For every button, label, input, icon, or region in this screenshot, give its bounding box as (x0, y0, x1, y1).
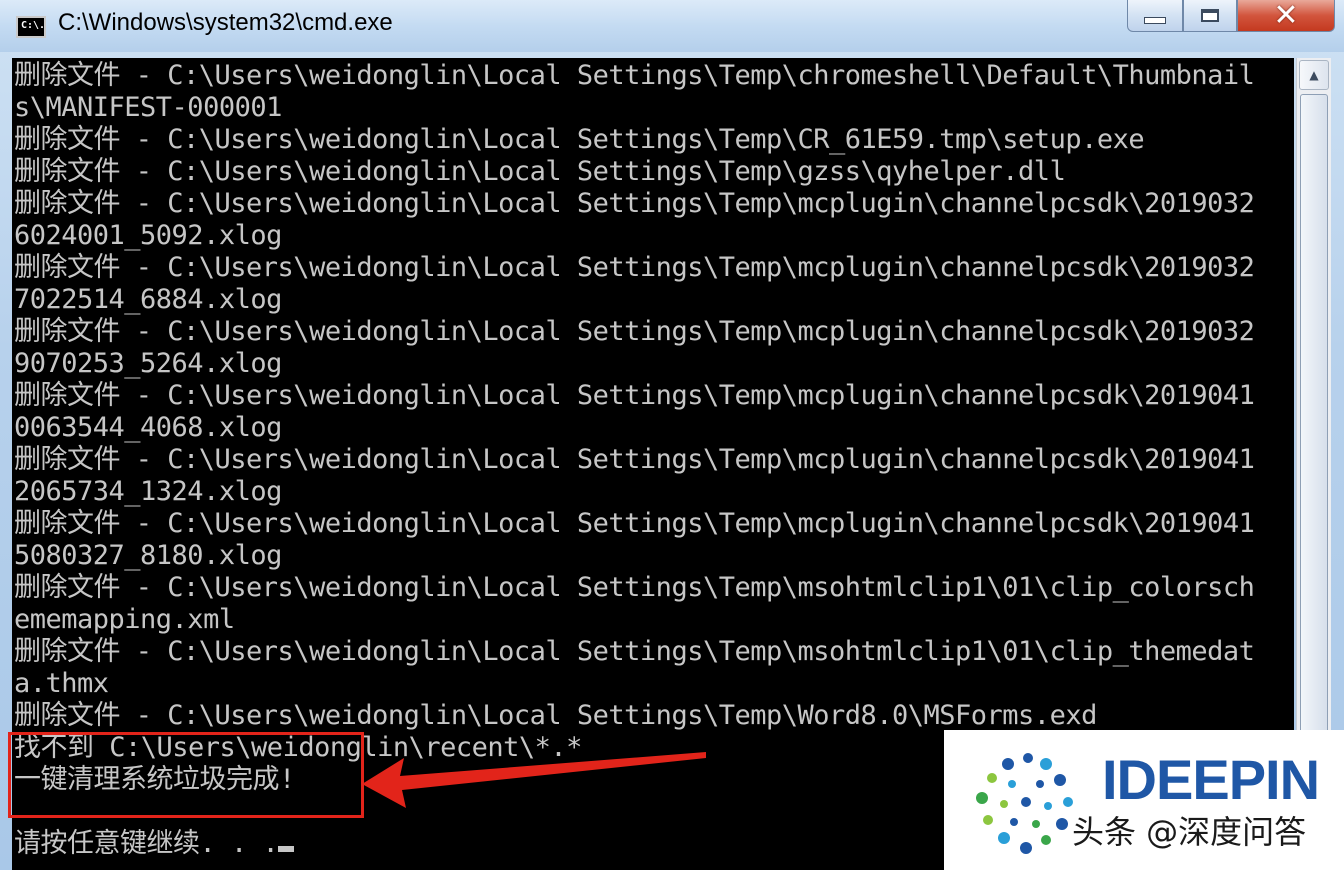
continue-prompt: 请按任意键继续. . . (14, 828, 279, 859)
annotation-highlight-box (8, 732, 364, 818)
console-line: 删除文件 - C:\Users\weidonglin\Local Setting… (14, 252, 1255, 283)
console-line: 删除文件 - C:\Users\weidonglin\Local Setting… (14, 188, 1255, 219)
ideepin-logo (976, 753, 1073, 854)
console-line: 5080327_8180.xlog (14, 540, 282, 571)
scrollbar-thumb[interactable] (1300, 94, 1328, 754)
brand-name: IDEEPIN (1102, 748, 1320, 811)
console-line: 删除文件 - C:\Users\weidonglin\Local Setting… (14, 124, 1145, 155)
console-line: 2065734_1324.xlog (14, 476, 282, 507)
cmd-window: C:\. C:\Windows\system32\cmd.exe ✕ 删除文件 … (0, 0, 1344, 870)
minimize-icon (1144, 17, 1166, 24)
watermark-caption: 头条 @深度问答 (1072, 813, 1307, 851)
watermark: IDEEPIN 头条 @深度问答 (944, 730, 1344, 870)
console-line: 9070253_5264.xlog (14, 348, 282, 379)
console-line: a.thmx (14, 668, 109, 699)
console-line: 删除文件 - C:\Users\weidonglin\Local Setting… (14, 444, 1255, 475)
console-line: ememapping.xml (14, 604, 235, 635)
console-line: 删除文件 - C:\Users\weidonglin\Local Setting… (14, 508, 1255, 539)
maximize-button[interactable] (1183, 0, 1237, 32)
console-line: 6024001_5092.xlog (14, 220, 282, 251)
maximize-icon (1201, 9, 1219, 22)
cmd-app-icon-label: C:\. (21, 20, 46, 31)
console-line: s\MANIFEST-000001 (14, 92, 282, 123)
scroll-up-button[interactable]: ▲ (1299, 60, 1329, 90)
console-line: 删除文件 - C:\Users\weidonglin\Local Setting… (14, 316, 1255, 347)
console-line: 7022514_6884.xlog (14, 284, 282, 315)
console-line: 删除文件 - C:\Users\weidonglin\Local Setting… (14, 700, 1097, 731)
close-icon: ✕ (1273, 0, 1299, 33)
close-button[interactable]: ✕ (1237, 0, 1335, 32)
console-line: 删除文件 - C:\Users\weidonglin\Local Setting… (14, 380, 1255, 411)
minimize-button[interactable] (1127, 0, 1183, 32)
scroll-up-icon: ▲ (1309, 68, 1319, 82)
console-line: 删除文件 - C:\Users\weidonglin\Local Setting… (14, 156, 1066, 187)
text-cursor (278, 846, 295, 852)
annotation-arrow (362, 752, 706, 808)
window-title: C:\Windows\system32\cmd.exe (58, 9, 393, 36)
cmd-app-icon[interactable]: C:\. (16, 16, 46, 38)
console-line: 删除文件 - C:\Users\weidonglin\Local Setting… (14, 60, 1255, 91)
console-line: 删除文件 - C:\Users\weidonglin\Local Setting… (14, 572, 1255, 603)
console-line: 0063544_4068.xlog (14, 412, 282, 443)
console-line: 删除文件 - C:\Users\weidonglin\Local Setting… (14, 636, 1255, 667)
